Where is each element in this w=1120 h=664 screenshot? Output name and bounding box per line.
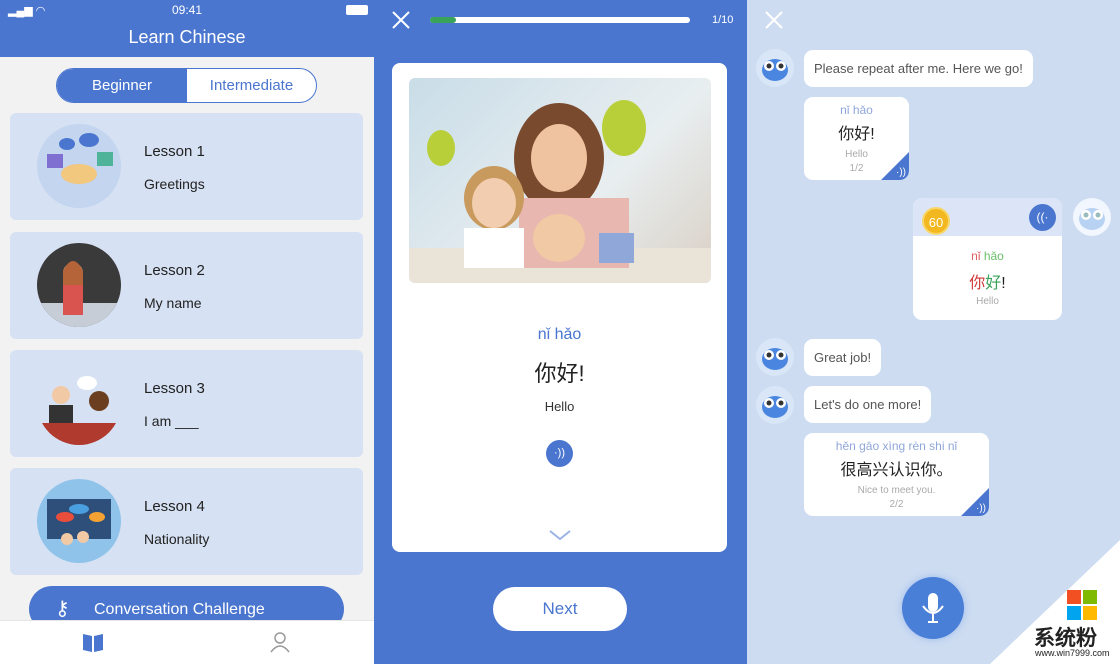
next-button[interactable]: Next xyxy=(493,587,627,631)
close-icon[interactable] xyxy=(391,10,411,30)
meeting-illustration xyxy=(37,361,121,445)
key-icon: ⚷ xyxy=(55,598,70,620)
status-time: 09:41 xyxy=(171,3,203,17)
lesson-title: Lesson 2 xyxy=(144,262,205,279)
teacher-illustration xyxy=(37,243,121,327)
page-title: Learn Chinese xyxy=(128,27,246,47)
lesson-subtitle: My name xyxy=(144,295,202,311)
level-segmented-control: Beginner Intermediate xyxy=(56,68,317,103)
handshake-illustration xyxy=(37,124,121,208)
header: ▂▄▆ ◠ 09:41 Learn Chinese xyxy=(0,0,374,57)
progress-label: 1/10 xyxy=(712,14,734,26)
family-photo xyxy=(409,78,711,283)
flashcard: nǐ hǎo 你好! Hello ·)) xyxy=(392,63,727,552)
lessons-screen: ▂▄▆ ◠ 09:41 Learn Chinese Beginner Inter… xyxy=(0,0,374,664)
battery-icon xyxy=(346,5,368,15)
progress-fill xyxy=(430,17,456,23)
lesson-card-3[interactable]: Lesson 3 I am ___ xyxy=(10,350,363,457)
chat-screen: Please repeat after me. Here we go! nǐ h… xyxy=(747,0,1120,664)
translation: Hello xyxy=(544,399,575,414)
tab-intermediate[interactable]: Intermediate xyxy=(187,69,316,102)
lesson-card-1[interactable]: Lesson 1 Greetings xyxy=(10,113,363,220)
challenge-label: Conversation Challenge xyxy=(94,601,265,618)
watermark-logo xyxy=(1067,590,1097,625)
pinyin: nǐ hǎo xyxy=(537,326,582,343)
flashcard-screen: 1/10 nǐ hǎo 你好! Hello ·)) Next xyxy=(374,0,747,664)
lesson-card-2[interactable]: Lesson 2 My name xyxy=(10,232,363,339)
lesson-subtitle: I am ___ xyxy=(144,413,199,429)
watermark-url: www.win7999.com xyxy=(1035,648,1110,658)
chevron-down-icon[interactable] xyxy=(548,528,572,546)
play-audio-icon[interactable]: ·)) xyxy=(546,440,573,467)
lesson-title: Lesson 3 xyxy=(144,380,205,397)
lesson-subtitle: Nationality xyxy=(144,531,210,547)
progress-bar xyxy=(430,17,690,23)
lesson-subtitle: Greetings xyxy=(144,176,205,192)
hanzi: 你好! xyxy=(534,361,585,386)
classroom-illustration xyxy=(37,479,121,563)
lesson-card-4[interactable]: Lesson 4 Nationality xyxy=(10,468,363,575)
book-icon[interactable] xyxy=(82,631,104,658)
lesson-title: Lesson 4 xyxy=(144,498,205,515)
tab-bar xyxy=(0,620,374,664)
watermark-triangle xyxy=(990,540,1120,664)
tab-beginner[interactable]: Beginner xyxy=(57,69,187,102)
profile-icon[interactable] xyxy=(269,631,291,658)
lesson-title: Lesson 1 xyxy=(144,143,205,160)
